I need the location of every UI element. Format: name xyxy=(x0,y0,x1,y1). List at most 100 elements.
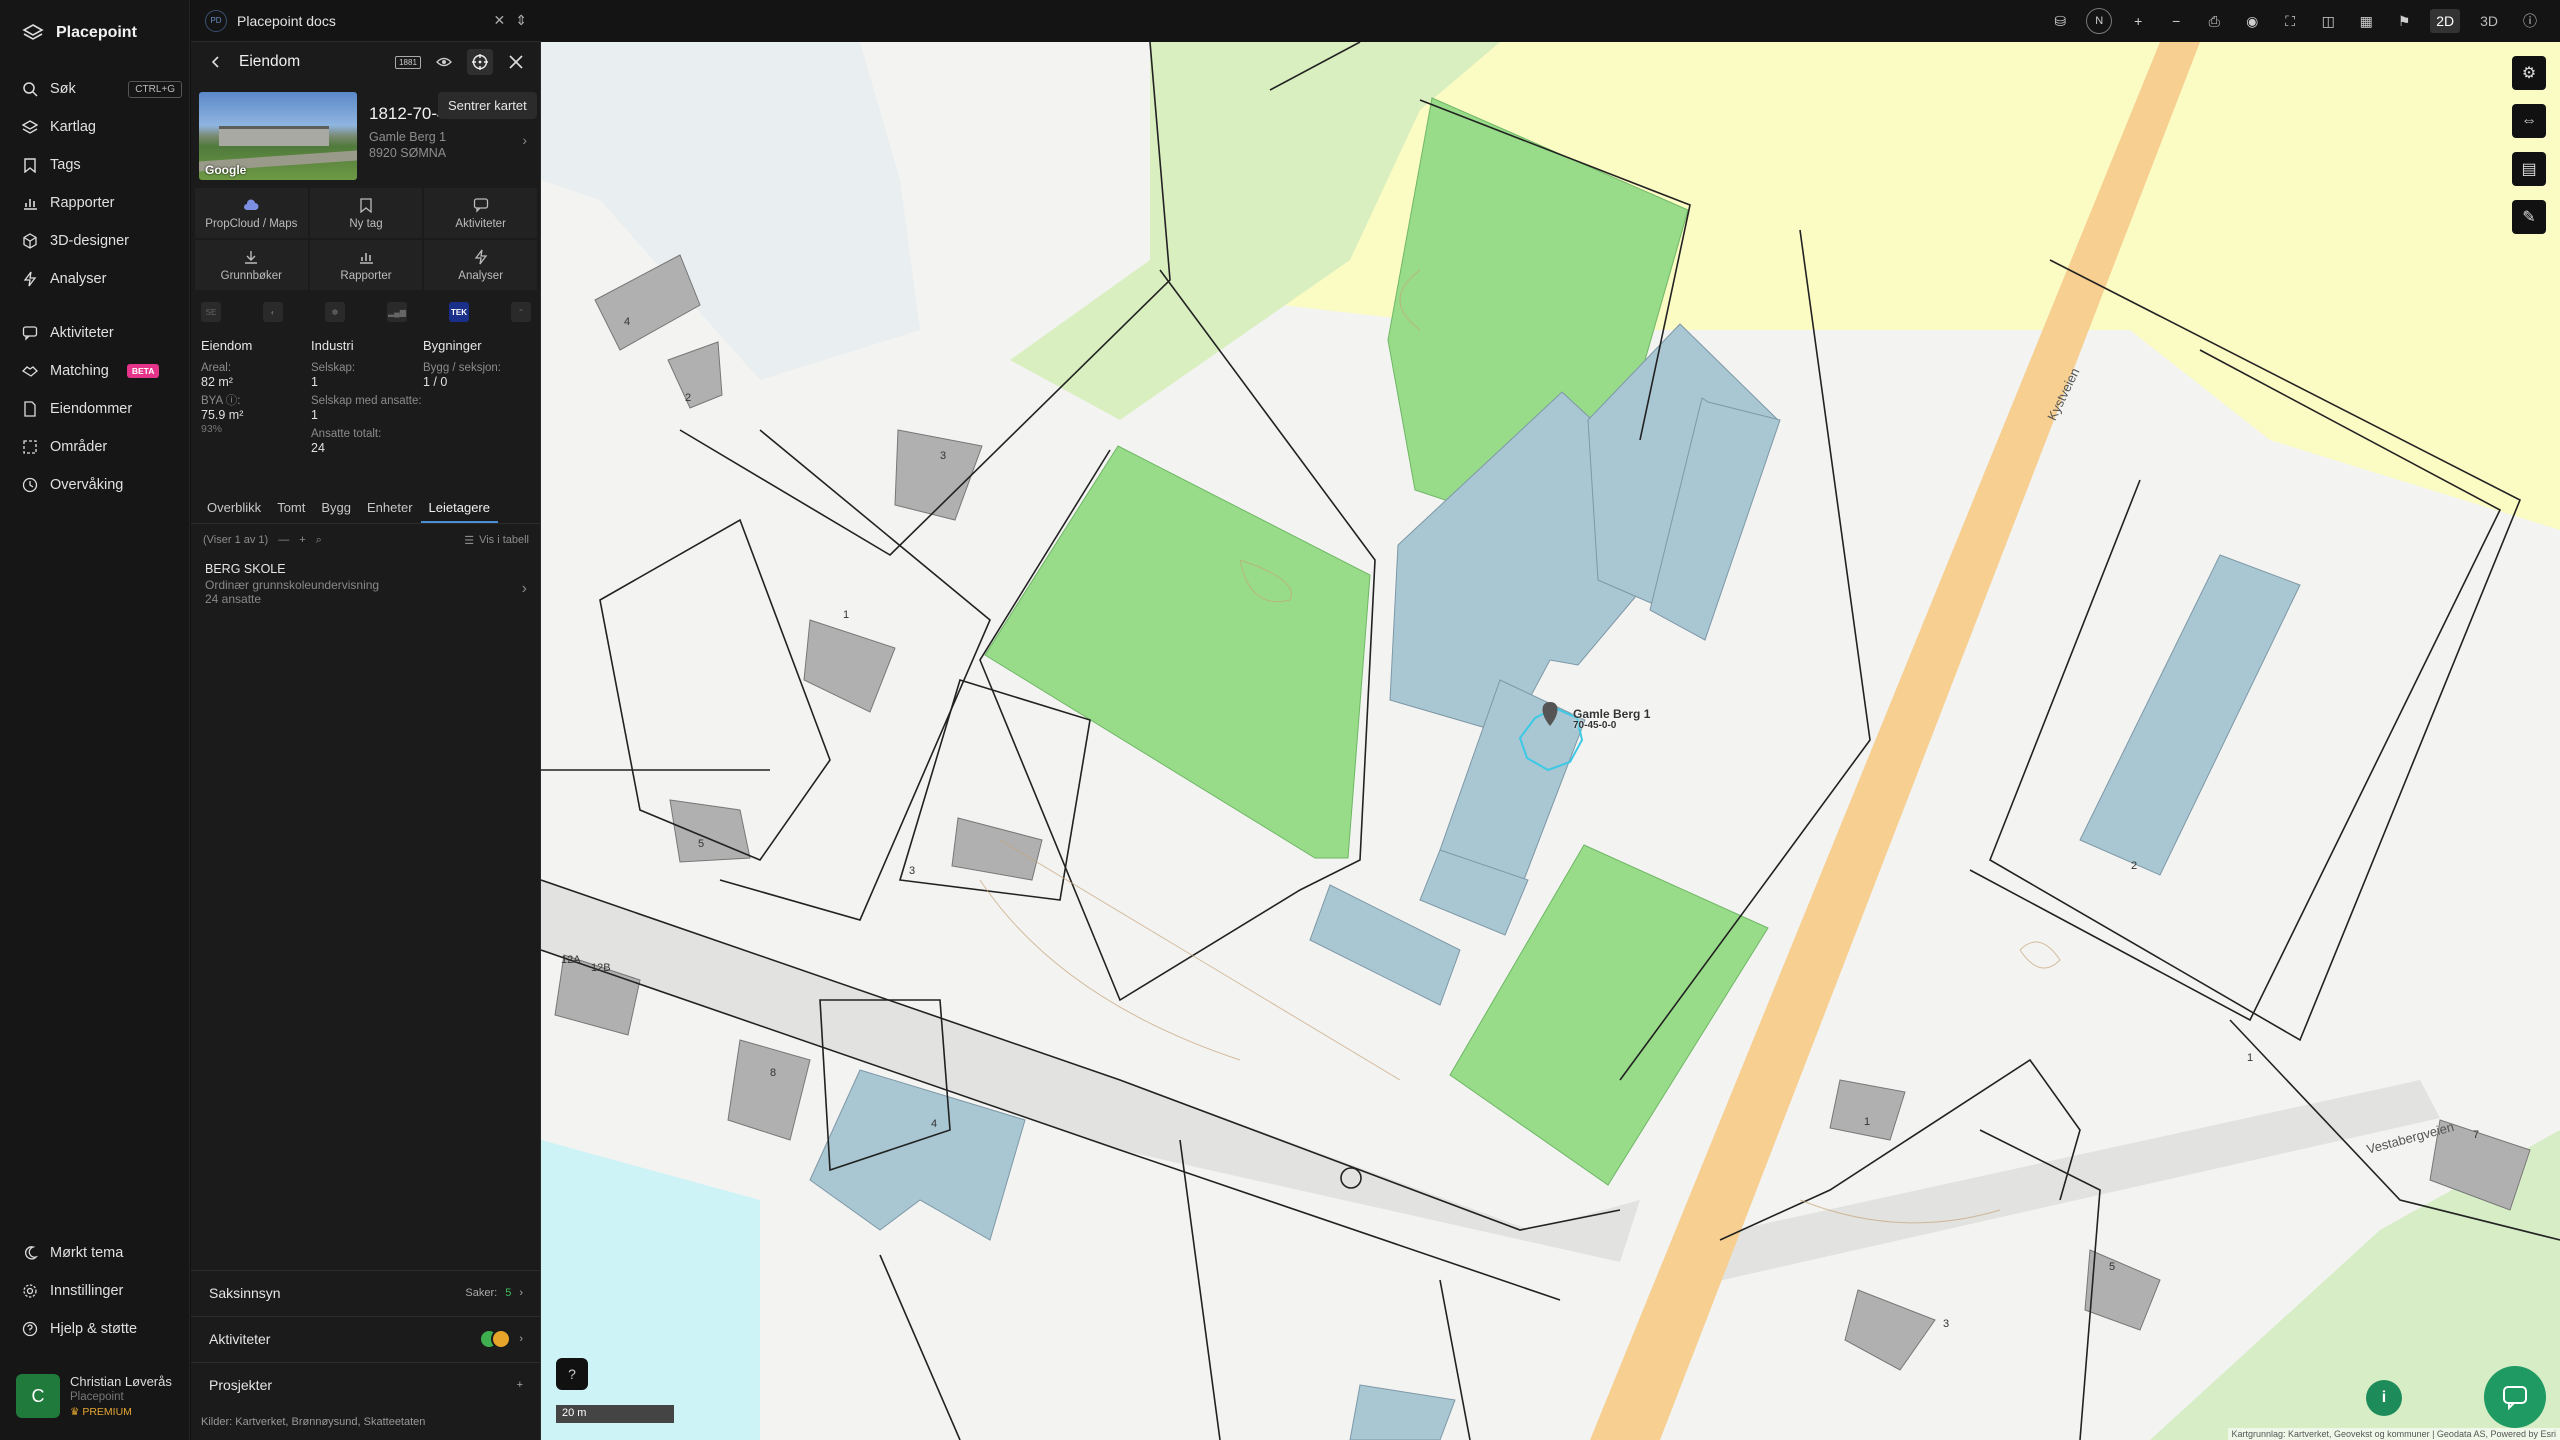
nav-item-label: Mørkt tema xyxy=(50,1245,124,1261)
table-view-link[interactable]: ☰ Vis i tabell xyxy=(464,534,529,547)
plus-icon[interactable]: + xyxy=(299,534,305,546)
expand-collapse-icon[interactable]: ⇕ xyxy=(515,12,527,29)
nav-search[interactable]: Søk CTRL+G xyxy=(22,74,182,104)
nav-item-rapporter[interactable]: Rapporter xyxy=(22,188,182,218)
map-help-button[interactable]: ? xyxy=(556,1358,588,1390)
cases-label: Saker: xyxy=(465,1286,498,1299)
activities-button[interactable]: Aktiviteter xyxy=(424,188,537,238)
list-toolbar: (Viser 1 av 1) — + ⌕ ☰ Vis i tabell xyxy=(191,528,541,552)
table-view-label: Vis i tabell xyxy=(479,534,529,546)
user-profile[interactable]: C Christian Løverås Placepoint ♛ PREMIUM xyxy=(16,1370,178,1422)
street-view-thumbnail[interactable]: Google xyxy=(199,92,357,180)
chart-icon[interactable]: ▤ xyxy=(2512,152,2546,186)
zoom-in-icon[interactable]: + xyxy=(2126,9,2150,33)
close-panel-button[interactable] xyxy=(503,49,529,75)
house-number: 3 xyxy=(1943,1318,1950,1330)
map-canvas[interactable]: Gamle Berg 1 70-45-0-0 Kystveien Vestabe… xyxy=(541,42,2560,1440)
measure-icon[interactable]: ⇔ xyxy=(2512,104,2546,138)
section-prosjekter[interactable]: Prosjekter + xyxy=(191,1362,541,1406)
nav-item-omrader[interactable]: Områder xyxy=(22,432,182,462)
tab-enheter[interactable]: Enheter xyxy=(359,492,421,523)
nav-item-help[interactable]: Hjelp & støtte xyxy=(22,1314,182,1344)
house-number: 2 xyxy=(2131,860,2138,872)
chat-button[interactable] xyxy=(2484,1366,2546,1428)
tab-overblikk[interactable]: Overblikk xyxy=(199,492,269,523)
search-icon xyxy=(23,82,38,97)
center-map-button[interactable] xyxy=(467,49,493,75)
zoom-out-icon[interactable]: − xyxy=(2164,9,2188,33)
message-icon xyxy=(473,197,488,213)
layers-settings-icon[interactable]: ⚙ xyxy=(2512,56,2546,90)
tek-source-icon[interactable]: TEK xyxy=(449,302,469,322)
help-icon: ? xyxy=(568,1366,576,1382)
more-source-icon[interactable]: ⌃ xyxy=(511,302,531,322)
compass-button[interactable]: N xyxy=(2086,8,2113,34)
grid-icon[interactable]: ▦ xyxy=(2354,9,2378,33)
chevron-right-icon: › xyxy=(519,1332,523,1345)
bar-chart-icon xyxy=(359,252,373,264)
tab-tomt[interactable]: Tomt xyxy=(269,492,313,523)
nav-item-kartlag[interactable]: Kartlag xyxy=(22,112,182,142)
house-number: 2 xyxy=(685,392,692,404)
add-project-button[interactable]: + xyxy=(517,1379,523,1391)
map-tool-column: ⚙ ⇔ ▤ ✎ xyxy=(2512,56,2546,234)
view-2d-button[interactable]: 2D xyxy=(2430,9,2461,33)
layers-toggle-icon[interactable]: ⛁ xyxy=(2048,9,2072,33)
brand[interactable]: Placepoint xyxy=(22,18,137,48)
list-item[interactable]: BERG SKOLE Ordinær grunnskoleundervisnin… xyxy=(191,562,541,614)
se-source-icon[interactable]: SE xyxy=(201,302,221,322)
crosshair-icon xyxy=(472,54,488,70)
propcloud-button[interactable]: PropCloud / Maps xyxy=(195,188,308,238)
draw-icon[interactable]: ✎ xyxy=(2512,200,2546,234)
info-icon[interactable]: ⓘ xyxy=(2518,9,2542,33)
agriculture-source-icon[interactable]: ✽ xyxy=(325,302,345,322)
nav-item-eiendommer[interactable]: Eiendommer xyxy=(22,394,182,424)
info-button[interactable]: i xyxy=(2366,1380,2402,1416)
camera-icon[interactable]: ◫ xyxy=(2316,9,2340,33)
analyses-button[interactable]: Analyser xyxy=(424,240,537,290)
nav-item-overvaking[interactable]: Overvåking xyxy=(22,470,182,500)
search-icon[interactable]: ⌕ xyxy=(316,534,322,547)
eye-icon[interactable]: ◉ xyxy=(2240,9,2264,33)
docs-title[interactable]: Placepoint docs xyxy=(237,13,484,29)
house-number: 12B xyxy=(591,962,611,974)
nav-item-tags[interactable]: Tags xyxy=(22,150,182,180)
land-registry-button[interactable]: Grunnbøker xyxy=(195,240,308,290)
close-icon[interactable]: ✕ xyxy=(494,12,506,29)
nav-item-label: Innstillinger xyxy=(50,1283,124,1299)
chevron-right-icon: › xyxy=(519,1286,523,1299)
1881-button[interactable]: 1881 xyxy=(395,49,421,75)
section-saksinnsyn[interactable]: Saksinnsyn Saker: 5 › xyxy=(191,1270,541,1314)
view-3d-button[interactable]: 3D xyxy=(2474,9,2504,33)
house-number: 4 xyxy=(931,1118,938,1130)
avatar xyxy=(491,1328,512,1349)
new-tag-button[interactable]: Ny tag xyxy=(309,188,423,238)
document-icon xyxy=(24,401,36,417)
minus-icon[interactable]: — xyxy=(278,534,289,546)
nav-item-settings[interactable]: Innstillinger xyxy=(22,1276,182,1306)
statistics-source-icon[interactable]: ▂▄▆ xyxy=(387,302,407,322)
house xyxy=(669,799,751,863)
nav-item-dark-theme[interactable]: Mørkt tema xyxy=(22,1238,182,1268)
nav-item-analyser[interactable]: Analyser xyxy=(22,264,182,294)
nav-item-matching[interactable]: Matching BETA xyxy=(22,356,182,386)
fullscreen-icon[interactable]: ⛶ xyxy=(2278,9,2302,33)
nav-item-label: Overvåking xyxy=(50,477,124,493)
list-icon: ☰ xyxy=(464,534,475,547)
tenant-description: Ordinær grunnskoleundervisning xyxy=(205,578,380,592)
back-button[interactable] xyxy=(203,49,229,75)
tab-bygg[interactable]: Bygg xyxy=(313,492,359,523)
crown-icon: ♛ xyxy=(70,1406,83,1418)
nav-search-label: Søk xyxy=(50,81,76,97)
property-address: Gamle Berg 1 xyxy=(369,130,447,144)
visibility-button[interactable] xyxy=(431,49,457,75)
nav-item-3d-designer[interactable]: 3D-designer xyxy=(22,226,182,256)
section-aktiviteter[interactable]: Aktiviteter › xyxy=(191,1316,541,1360)
bookmark-icon[interactable]: ⚑ xyxy=(2392,9,2416,33)
tab-leietagere[interactable]: Leietagere xyxy=(420,492,498,523)
nav-item-aktiviteter[interactable]: Aktiviteter xyxy=(22,318,182,348)
globe-source-icon[interactable]: ◐ xyxy=(263,302,283,322)
print-icon[interactable]: ⎙ xyxy=(2202,9,2226,33)
reports-button[interactable]: Rapporter xyxy=(309,240,423,290)
cases-count: 5 xyxy=(505,1286,512,1299)
